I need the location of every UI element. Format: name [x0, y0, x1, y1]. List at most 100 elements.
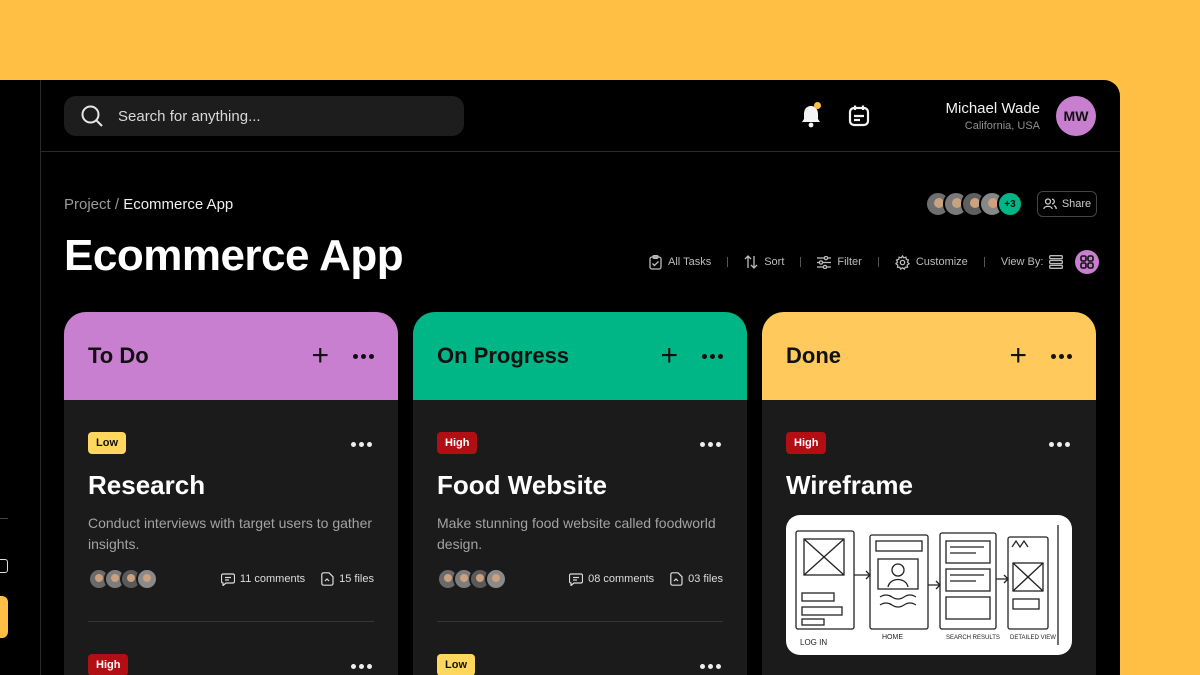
user-location: California, USA [964, 120, 1040, 132]
sidebar-active-item[interactable] [0, 596, 8, 638]
users-icon [1042, 198, 1057, 210]
share-button[interactable]: Share [1037, 191, 1097, 217]
comment-icon [569, 572, 584, 586]
files-label: 03 files [688, 573, 723, 585]
grid-view-icon [1080, 255, 1095, 269]
task-card[interactable]: Low [413, 622, 747, 675]
files-label: 15 files [339, 573, 374, 585]
column-title: On Progress [437, 343, 570, 368]
card-description: Make stunning food website called foodwo… [437, 515, 716, 552]
assignee-avatars[interactable] [437, 568, 553, 590]
files-count[interactable]: 15 files [321, 572, 374, 586]
column-header: Done + [762, 312, 1096, 400]
user-info[interactable]: Michael Wade California, USA [946, 100, 1040, 132]
priority-badge: Low [88, 432, 126, 454]
comments-count[interactable]: 11 comments [220, 572, 306, 586]
page-title: Ecommerce App [64, 231, 404, 280]
gear-icon [894, 254, 910, 270]
breadcrumb-current: Ecommerce App [123, 196, 234, 213]
topbar: Search for anything... Michael Wade Cali… [41, 80, 1120, 152]
task-card[interactable]: High Wireframe LOG IN HOME SEARCH RESULT… [762, 400, 1096, 655]
search-icon [81, 105, 103, 127]
file-icon [670, 572, 683, 586]
card-title: Research [88, 470, 206, 500]
task-toolbar: All Tasks Sort Filter Customize View By: [649, 250, 1100, 274]
user-avatar[interactable]: MW [1056, 96, 1096, 136]
card-title: Food Website [437, 470, 607, 500]
comments-count[interactable]: 08 comments [569, 572, 655, 586]
notification-dot [814, 102, 821, 109]
column-on-progress: On Progress + High Food Website Make stu… [413, 312, 747, 675]
toolbar-separator [983, 257, 985, 267]
comments-label: 08 comments [588, 573, 655, 585]
column-header: To Do + [64, 312, 398, 400]
view-by: View By: [1001, 250, 1100, 274]
team-more-count[interactable]: +3 [997, 191, 1023, 217]
app-window: Search for anything... Michael Wade Cali… [0, 80, 1120, 675]
user-name: Michael Wade [945, 100, 1040, 117]
priority-badge: High [88, 654, 129, 675]
breadcrumb-separator: / [110, 196, 124, 213]
task-card[interactable]: High Food Website Make stunning food web… [413, 400, 747, 590]
customize-button[interactable]: Customize [894, 254, 968, 270]
comments-label: 11 comments [239, 573, 306, 585]
assignee-avatar [485, 568, 507, 590]
toolbar-separator [727, 257, 729, 267]
list-view-icon[interactable] [1049, 255, 1064, 269]
assignee-avatar [136, 568, 158, 590]
share-label: Share [1061, 198, 1092, 210]
column-done: Done + High Wireframe LOG IN HOME SEARCH… [762, 312, 1096, 675]
comment-icon [220, 572, 235, 586]
file-icon [321, 572, 334, 586]
search-input[interactable]: Search for anything... [118, 108, 261, 125]
toolbar-separator [877, 257, 879, 267]
sketch-label: LOG IN [800, 638, 827, 647]
all-tasks-button[interactable]: All Tasks [649, 254, 712, 270]
task-card[interactable]: Low Research Conduct interviews with tar… [64, 400, 398, 590]
team-avatars[interactable]: +3 [925, 191, 1023, 217]
priority-badge: High [437, 432, 478, 454]
sidebar-nav-icon[interactable] [0, 559, 8, 573]
add-task-button[interactable]: + [660, 341, 678, 371]
card-more-button[interactable] [1049, 442, 1070, 447]
filter-button[interactable]: Filter [817, 255, 862, 269]
column-more-button[interactable] [1051, 353, 1072, 359]
column-todo: To Do + Low Research Conduct interviews … [64, 312, 398, 675]
grid-view-button[interactable] [1075, 250, 1100, 274]
card-more-button[interactable] [351, 664, 372, 669]
toolbar-separator [800, 257, 802, 267]
sort-icon [744, 255, 758, 269]
sort-button[interactable]: Sort [744, 255, 784, 269]
task-card[interactable]: High [64, 622, 398, 675]
sketch-label: HOME [882, 634, 903, 641]
card-more-button[interactable] [700, 442, 721, 447]
priority-badge: High [786, 432, 827, 454]
column-more-button[interactable] [353, 353, 374, 359]
card-description: Conduct interviews with target users to … [88, 515, 373, 552]
wireframe-sketch-image[interactable]: LOG IN HOME SEARCH RESULTS DETAILED VIEW [786, 515, 1072, 655]
calendar-icon[interactable] [848, 104, 870, 128]
customize-label: Customize [915, 256, 968, 268]
sketch-label: SEARCH RESULTS [946, 635, 1000, 641]
clipboard-icon [649, 254, 662, 270]
filter-label: Filter [837, 256, 862, 268]
add-task-button[interactable]: + [311, 341, 329, 371]
sort-label: Sort [764, 256, 785, 268]
sidebar-divider [0, 518, 8, 519]
card-meta: 11 comments 15 files [88, 568, 374, 590]
sketch-label: DETAILED VIEW [1010, 635, 1056, 641]
files-count[interactable]: 03 files [670, 572, 723, 586]
search-bar[interactable]: Search for anything... [64, 96, 464, 136]
all-tasks-label: All Tasks [668, 256, 712, 268]
view-by-label: View By: [1000, 256, 1044, 268]
column-title: Done [786, 343, 841, 368]
breadcrumb-root[interactable]: Project [64, 196, 111, 213]
column-more-button[interactable] [702, 353, 723, 359]
card-more-button[interactable] [700, 664, 721, 669]
card-title: Wireframe [786, 470, 913, 500]
column-title: To Do [88, 343, 149, 368]
card-more-button[interactable] [351, 442, 372, 447]
assignee-avatars[interactable] [88, 568, 205, 590]
card-meta: 08 comments 03 files [437, 568, 723, 590]
add-task-button[interactable]: + [1009, 341, 1027, 371]
